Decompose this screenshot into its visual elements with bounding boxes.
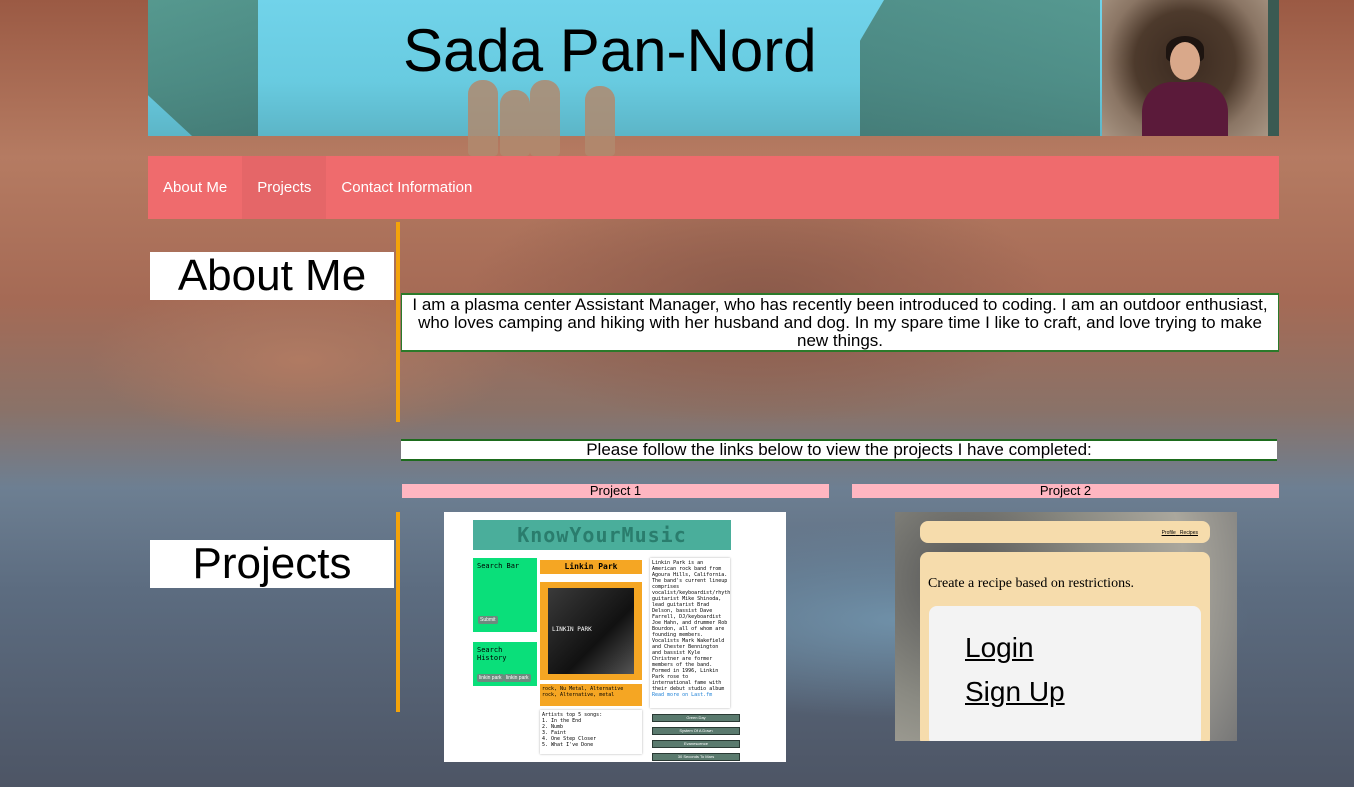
preview-history-button: linkin park xyxy=(504,674,531,682)
preview-signup-link: Sign Up xyxy=(965,676,1065,707)
main-nav: About Me Projects Contact Information xyxy=(148,156,1279,219)
preview-similar-link: Evanescence xyxy=(652,740,740,748)
preview-main-card: Create a recipe based on restrictions. L… xyxy=(920,552,1210,741)
preview-nav-link: Profile xyxy=(1161,530,1176,536)
header-edge xyxy=(1268,0,1279,136)
preview-history-label: Search History xyxy=(477,646,507,662)
preview-similar-link: Green Day xyxy=(652,714,740,722)
preview-submit-button: Submit xyxy=(478,616,498,624)
preview-search-label: Search Bar xyxy=(477,562,520,570)
preview-album-logo: LINKIN PARK xyxy=(552,626,592,633)
about-heading: About Me xyxy=(150,252,394,300)
banner-rock-right xyxy=(860,0,1100,136)
preview-song: 5. What I've Done xyxy=(542,742,594,748)
preview-similar-link: 30 Seconds To Mars xyxy=(652,753,740,761)
preview-login-link: Login xyxy=(965,632,1034,663)
project-1-preview[interactable]: KnowYourMusic Search Bar Submit Search H… xyxy=(444,512,786,762)
preview-navbar: Profile Recipes xyxy=(920,521,1210,543)
preview-similar-link: System Of A Down xyxy=(652,727,740,735)
about-text: I am a plasma center Assistant Manager, … xyxy=(401,293,1279,352)
preview-artist-bio: Linkin Park is an American rock band fro… xyxy=(650,558,730,708)
profile-photo xyxy=(1102,0,1268,136)
about-accent-bar xyxy=(396,222,400,422)
banner-hoodoo xyxy=(468,80,498,156)
projects-heading: Projects xyxy=(150,540,394,588)
nav-projects[interactable]: Projects xyxy=(242,156,327,219)
preview-album-cover: LINKIN PARK xyxy=(540,582,642,680)
site-title: Sada Pan-Nord xyxy=(403,17,817,84)
preview-bio-text: Linkin Park is an American rock band fro… xyxy=(652,560,730,692)
banner-hoodoo xyxy=(585,86,615,156)
nav-contact-information[interactable]: Contact Information xyxy=(326,156,487,219)
banner-hoodoo xyxy=(530,80,560,156)
preview-auth-card: Login Sign Up xyxy=(929,606,1201,741)
preview-top-songs: Artists top 5 songs: 1. In the End 2. Numb… xyxy=(540,710,642,754)
preview-read-more: Read more on Last.fm xyxy=(652,692,713,698)
project-2-link[interactable]: Project 2 xyxy=(852,484,1279,498)
projects-intro: Please follow the links below to view th… xyxy=(401,439,1277,461)
project-1-link[interactable]: Project 1 xyxy=(402,484,829,498)
projects-accent-bar xyxy=(396,512,400,712)
preview-nav-link: Recipes xyxy=(1179,530,1198,536)
preview-artist-name: Linkin Park xyxy=(540,560,642,574)
preview-genres: rock, Nu Metal, Alternative rock, Altern… xyxy=(540,684,642,706)
banner-hoodoo xyxy=(500,90,530,156)
preview-app-title: KnowYourMusic xyxy=(473,520,731,550)
nav-about-me[interactable]: About Me xyxy=(148,156,242,219)
preview-tagline: Create a recipe based on restrictions. xyxy=(928,576,1135,591)
preview-history-button: linkin park xyxy=(477,674,504,682)
project-2-preview[interactable]: Profile Recipes Create a recipe based on… xyxy=(895,512,1237,741)
